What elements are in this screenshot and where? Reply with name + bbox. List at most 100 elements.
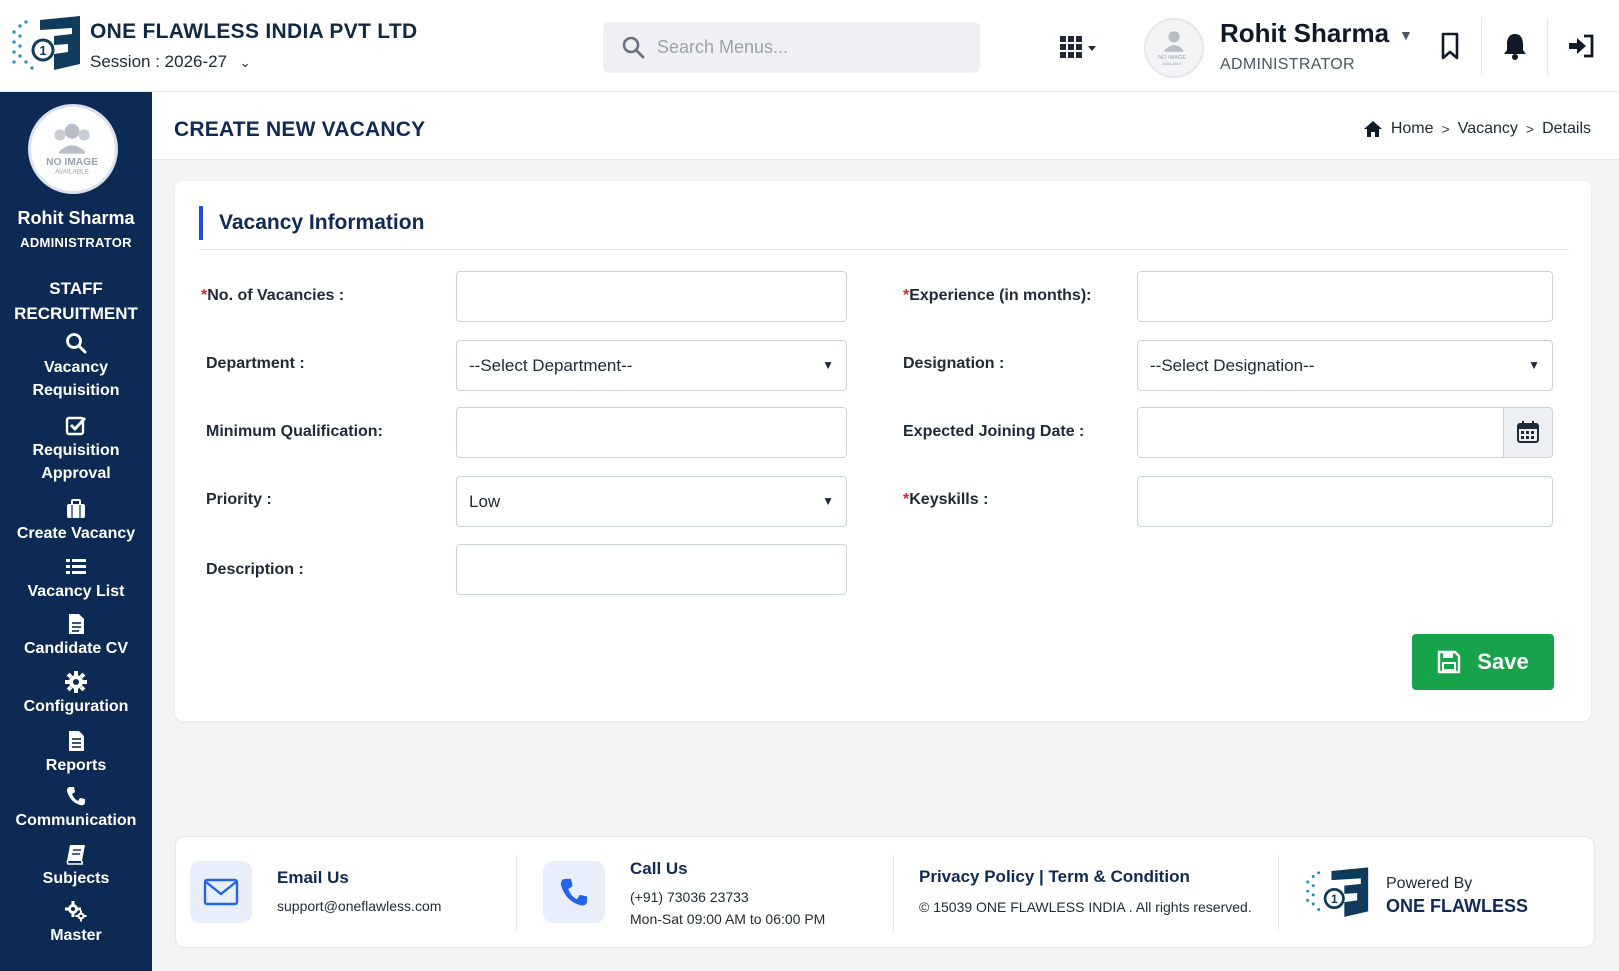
sidebar-item-requisition-approval[interactable]: Requisition Approval: [0, 415, 152, 485]
checkbox-icon: [65, 416, 87, 436]
session-value: 2026-27: [164, 52, 228, 71]
search-input[interactable]: [657, 32, 957, 62]
svg-text:1: 1: [39, 43, 46, 58]
divider: [1278, 855, 1279, 931]
bell-icon[interactable]: [1499, 30, 1531, 62]
home-icon[interactable]: [1363, 120, 1383, 138]
report-icon: [69, 731, 84, 751]
designation-label: Designation :: [903, 355, 1005, 372]
svg-text:AVAILABLE: AVAILABLE: [55, 168, 90, 175]
breadcrumb-separator: >: [1525, 121, 1535, 137]
user-menu[interactable]: Rohit Sharma ▼: [1220, 18, 1413, 49]
chevron-down-icon: ⌄: [239, 55, 251, 70]
top-bar: 1 ONE FLAWLESS INDIA PVT LTD Session : 2…: [0, 0, 1619, 92]
joining-date-label: Expected Joining Date :: [903, 423, 1085, 440]
sidebar-item-vacancy-requisition[interactable]: Vacancy Requisition: [0, 332, 152, 402]
briefcase-icon: [67, 499, 85, 518]
sidebar-item-candidate-cv[interactable]: Candidate CV: [0, 613, 152, 660]
divider: [516, 855, 517, 931]
save-button[interactable]: Save: [1412, 634, 1554, 690]
date-picker-button[interactable]: [1503, 408, 1552, 457]
divider: [893, 855, 894, 931]
keyskills-input[interactable]: [1137, 476, 1553, 527]
breadcrumb-home[interactable]: Home: [1391, 120, 1434, 138]
call-hours: Mon-Sat 09:00 AM to 06:00 PM: [630, 911, 826, 927]
apps-grid-icon[interactable]: [1058, 34, 1108, 62]
sidebar-item-master[interactable]: Master: [0, 900, 152, 947]
dropdown-arrow-icon: ▼: [1528, 358, 1540, 372]
experience-input[interactable]: [1137, 271, 1553, 322]
breadcrumb-vacancy[interactable]: Vacancy: [1458, 120, 1518, 138]
section-title: Vacancy Information: [199, 206, 424, 240]
sidebar-item-configuration[interactable]: Configuration: [0, 671, 152, 718]
no-of-vacancies-input[interactable]: [456, 271, 847, 322]
breadcrumb-separator: >: [1441, 121, 1450, 137]
footer: Email Us support@oneflawless.com Call Us…: [175, 836, 1595, 948]
no-of-vacancies-label: *No. of Vacancies :: [201, 287, 345, 304]
min-qualification-label: Minimum Qualification:: [206, 423, 383, 440]
svg-text:NO IMAGE: NO IMAGE: [1158, 55, 1186, 61]
powered-by-label: Powered By: [1386, 875, 1473, 892]
call-icon-box: [543, 861, 605, 923]
sidebar-item-subjects[interactable]: Subjects: [0, 843, 152, 890]
breadcrumb-details: Details: [1542, 120, 1591, 137]
page-title: CREATE NEW VACANCY: [174, 118, 426, 141]
session-label: Session :: [90, 52, 160, 71]
email-title: Email Us: [277, 868, 349, 887]
sidebar-item-vacancy-list[interactable]: Vacancy List: [0, 556, 152, 603]
min-qualification-input[interactable]: [456, 407, 847, 458]
sidebar-user-name: Rohit Sharma: [17, 208, 135, 228]
svg-text:AVAILABLE: AVAILABLE: [1162, 62, 1182, 66]
dropdown-arrow-icon: ▼: [822, 494, 834, 508]
call-number[interactable]: (+91) 73036 23733: [630, 889, 749, 905]
sidebar-avatar[interactable]: NO IMAGE AVAILABLE: [28, 104, 118, 194]
divider: [1547, 18, 1548, 76]
powered-by-brand[interactable]: ONE FLAWLESS: [1386, 896, 1528, 917]
phone-icon: [560, 878, 588, 906]
gears-icon: [65, 901, 87, 922]
book-icon: [66, 845, 85, 865]
priority-select[interactable]: Low ▼: [456, 476, 847, 527]
calendar-icon: [1517, 421, 1539, 443]
page-header: CREATE NEW VACANCY Home > Vacancy > Deta…: [152, 92, 1619, 160]
copyright: © 15039 ONE FLAWLESS INDIA . All rights …: [919, 899, 1252, 915]
experience-label: *Experience (in months):: [903, 287, 1092, 304]
brand-logo: 1: [1306, 867, 1369, 917]
dropdown-arrow-icon: ▼: [822, 358, 834, 372]
breadcrumb: Home > Vacancy > Details: [1363, 120, 1591, 138]
user-role: ADMINISTRATOR: [1220, 56, 1355, 73]
sidebar-user-role: ADMINISTRATOR: [20, 235, 132, 250]
search-icon: [622, 36, 645, 59]
sidebar-item-reports[interactable]: Reports: [0, 730, 152, 777]
email-address[interactable]: support@oneflawless.com: [277, 898, 441, 914]
svg-text:1: 1: [1331, 892, 1338, 906]
bookmark-icon[interactable]: [1434, 30, 1466, 62]
designation-select[interactable]: --Select Designation-- ▼: [1137, 340, 1553, 391]
phone-icon: [67, 787, 85, 806]
sidebar-item-communication[interactable]: Communication: [0, 785, 152, 832]
department-select[interactable]: --Select Department-- ▼: [456, 340, 847, 391]
company-logo[interactable]: 1: [10, 14, 82, 74]
envelope-icon: [203, 878, 239, 906]
divider: [1481, 18, 1482, 76]
sidebar-item-create-vacancy[interactable]: Create Vacancy: [0, 498, 152, 545]
divider: [199, 249, 1569, 250]
description-input[interactable]: [456, 544, 847, 595]
joining-date-field: [1137, 407, 1553, 458]
top-avatar[interactable]: NO IMAGE AVAILABLE: [1144, 18, 1204, 78]
policy-links[interactable]: Privacy Policy | Term & Condition: [919, 867, 1190, 887]
sidebar: NO IMAGE AVAILABLE Rohit Sharma ADMINIST…: [0, 92, 152, 971]
document-icon: [69, 614, 84, 634]
joining-date-input[interactable]: [1138, 408, 1504, 457]
email-icon-box: [190, 861, 252, 923]
company-name: ONE FLAWLESS INDIA PVT LTD: [90, 20, 418, 43]
floppy-disk-icon: [1438, 650, 1461, 674]
search-box: [603, 22, 980, 73]
description-label: Description :: [206, 561, 304, 578]
priority-label: Priority :: [206, 491, 272, 508]
svg-text:NO IMAGE: NO IMAGE: [46, 157, 98, 168]
logout-icon[interactable]: [1566, 30, 1598, 62]
session-selector[interactable]: Session : 2026-27 ⌄: [90, 52, 251, 72]
search-icon: [66, 333, 87, 354]
keyskills-label: *Keyskills :: [903, 491, 989, 508]
